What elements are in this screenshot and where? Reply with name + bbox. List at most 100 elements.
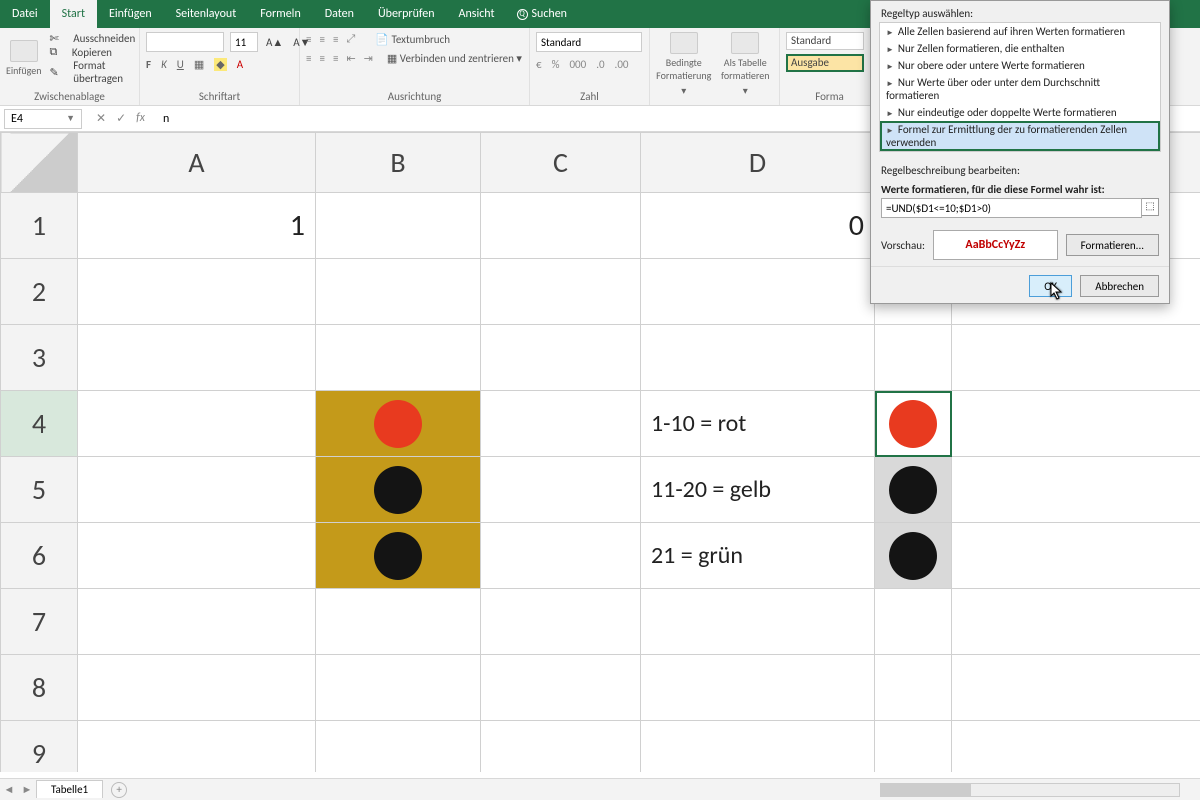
indent-dec-icon[interactable]: ⇤	[346, 52, 355, 65]
cell-B2[interactable]	[316, 259, 481, 325]
align-bot-icon[interactable]: ≡	[333, 33, 338, 46]
col-header-C[interactable]: C	[481, 133, 641, 193]
cell-D2[interactable]	[641, 259, 875, 325]
style-standard[interactable]: Standard	[786, 32, 864, 50]
cell-C8[interactable]	[481, 655, 641, 721]
wrap-text-button[interactable]: 📄 Textumbruch	[375, 33, 450, 46]
tab-view[interactable]: Ansicht	[447, 0, 507, 28]
cell-A1[interactable]: 1	[78, 193, 316, 259]
rule-option-3[interactable]: Nur Werte über oder unter dem Durchschni…	[880, 74, 1160, 104]
fill-color-button[interactable]: ◆	[214, 58, 226, 71]
cell-A8[interactable]	[78, 655, 316, 721]
tab-formulas[interactable]: Formeln	[248, 0, 312, 28]
row-header-7[interactable]: 7	[1, 589, 78, 655]
row-header-8[interactable]: 8	[1, 655, 78, 721]
cell-D5[interactable]: 11-20 = gelb	[641, 457, 875, 523]
cell-C2[interactable]	[481, 259, 641, 325]
cell-C1[interactable]	[481, 193, 641, 259]
tab-file[interactable]: Datei	[0, 0, 50, 28]
indent-inc-icon[interactable]: ⇥	[364, 52, 373, 65]
sheet-nav-prev-icon[interactable]: ◄	[0, 783, 18, 796]
col-header-A[interactable]: A	[78, 133, 316, 193]
cell-A6[interactable]	[78, 523, 316, 589]
italic-button[interactable]: K	[161, 58, 167, 71]
row-header-1[interactable]: 1	[1, 193, 78, 259]
cell-A5[interactable]	[78, 457, 316, 523]
range-picker-icon[interactable]: ⬚	[1142, 198, 1159, 216]
cell-A9[interactable]	[78, 721, 316, 773]
cell-C6[interactable]	[481, 523, 641, 589]
tab-insert[interactable]: Einfügen	[97, 0, 164, 28]
inc-decimal-icon[interactable]: .0	[596, 58, 604, 71]
bold-button[interactable]: F	[146, 58, 151, 71]
rule-option-5[interactable]: Formel zur Ermittlung der zu formatieren…	[880, 121, 1160, 151]
row-header-2[interactable]: 2	[1, 259, 78, 325]
tell-me-box[interactable]: Q Suchen	[507, 0, 577, 28]
rule-option-2[interactable]: Nur obere oder untere Werte formatieren	[880, 57, 1160, 74]
cell-B6[interactable]	[316, 523, 481, 589]
row-header-9[interactable]: 9	[1, 721, 78, 773]
tab-data[interactable]: Daten	[313, 0, 366, 28]
align-mid-icon[interactable]: ≡	[319, 33, 324, 46]
cell-D7[interactable]	[641, 589, 875, 655]
formula-field[interactable]	[881, 198, 1142, 218]
format-painter-button[interactable]: ✎ Format übertragen	[48, 59, 138, 85]
cell-C5[interactable]	[481, 457, 641, 523]
row-header-6[interactable]: 6	[1, 523, 78, 589]
cell-B3[interactable]	[316, 325, 481, 391]
merge-center-button[interactable]: ▦ Verbinden und zentrieren ▾	[387, 52, 522, 65]
cell-C7[interactable]	[481, 589, 641, 655]
number-format-select[interactable]	[536, 32, 642, 52]
increase-font-icon[interactable]: A▲	[264, 36, 285, 49]
formula-cancel-icon[interactable]: ✕	[96, 111, 106, 126]
cell-C3[interactable]	[481, 325, 641, 391]
align-right-icon[interactable]: ≡	[333, 52, 338, 65]
cell-B8[interactable]	[316, 655, 481, 721]
cell-B1[interactable]	[316, 193, 481, 259]
cell-D9[interactable]	[641, 721, 875, 773]
tab-layout[interactable]: Seitenlayout	[164, 0, 249, 28]
copy-button[interactable]: ⧉ Kopieren	[48, 45, 138, 59]
font-size-input[interactable]	[230, 32, 258, 52]
cell-D3[interactable]	[641, 325, 875, 391]
cut-button[interactable]: ✄ Ausschneiden	[48, 32, 138, 45]
cancel-button[interactable]: Abbrechen	[1080, 275, 1159, 297]
horizontal-scrollbar[interactable]	[880, 783, 1180, 797]
rule-option-0[interactable]: Alle Zellen basierend auf ihren Werten f…	[880, 23, 1160, 40]
sheet-nav-next-icon[interactable]: ►	[18, 783, 36, 796]
scrollbar-thumb[interactable]	[881, 784, 971, 796]
rule-type-list[interactable]: Alle Zellen basierend auf ihren Werten f…	[879, 22, 1161, 152]
cell-B9[interactable]	[316, 721, 481, 773]
cell-D1[interactable]: 0	[641, 193, 875, 259]
font-color-button[interactable]: A	[237, 58, 243, 71]
cell-D8[interactable]	[641, 655, 875, 721]
cell-B7[interactable]	[316, 589, 481, 655]
cell-B5[interactable]	[316, 457, 481, 523]
tab-review[interactable]: Überprüfen	[366, 0, 447, 28]
add-sheet-button[interactable]: +	[111, 782, 127, 798]
cell-D4[interactable]: 1-10 = rot	[641, 391, 875, 457]
orientation-icon[interactable]: ⤢	[346, 32, 355, 46]
sheet-tab[interactable]: Tabelle1	[36, 780, 103, 798]
underline-button[interactable]: U	[177, 58, 184, 71]
rule-option-1[interactable]: Nur Zellen formatieren, die enthalten	[880, 40, 1160, 57]
align-left-icon[interactable]: ≡	[306, 52, 311, 65]
fx-icon[interactable]: fx	[136, 111, 145, 126]
cell-D6[interactable]: 21 = grün	[641, 523, 875, 589]
border-button[interactable]: ▦	[194, 58, 204, 71]
cell-A4[interactable]	[78, 391, 316, 457]
col-header-D[interactable]: D	[641, 133, 875, 193]
cell-F5[interactable]	[952, 457, 1200, 523]
cell-C9[interactable]	[481, 721, 641, 773]
cell-E3[interactable]	[875, 325, 952, 391]
style-ausgabe[interactable]: Ausgabe	[786, 54, 864, 72]
cell-C4[interactable]	[481, 391, 641, 457]
row-header-4[interactable]: 4	[1, 391, 78, 457]
cell-E9[interactable]	[875, 721, 952, 773]
cell-E7[interactable]	[875, 589, 952, 655]
conditional-formatting-button[interactable]: Bedingte Formatierung▾	[656, 32, 712, 97]
col-header-B[interactable]: B	[316, 133, 481, 193]
cell-F7[interactable]	[952, 589, 1200, 655]
cell-A3[interactable]	[78, 325, 316, 391]
align-top-icon[interactable]: ≡	[306, 33, 311, 46]
